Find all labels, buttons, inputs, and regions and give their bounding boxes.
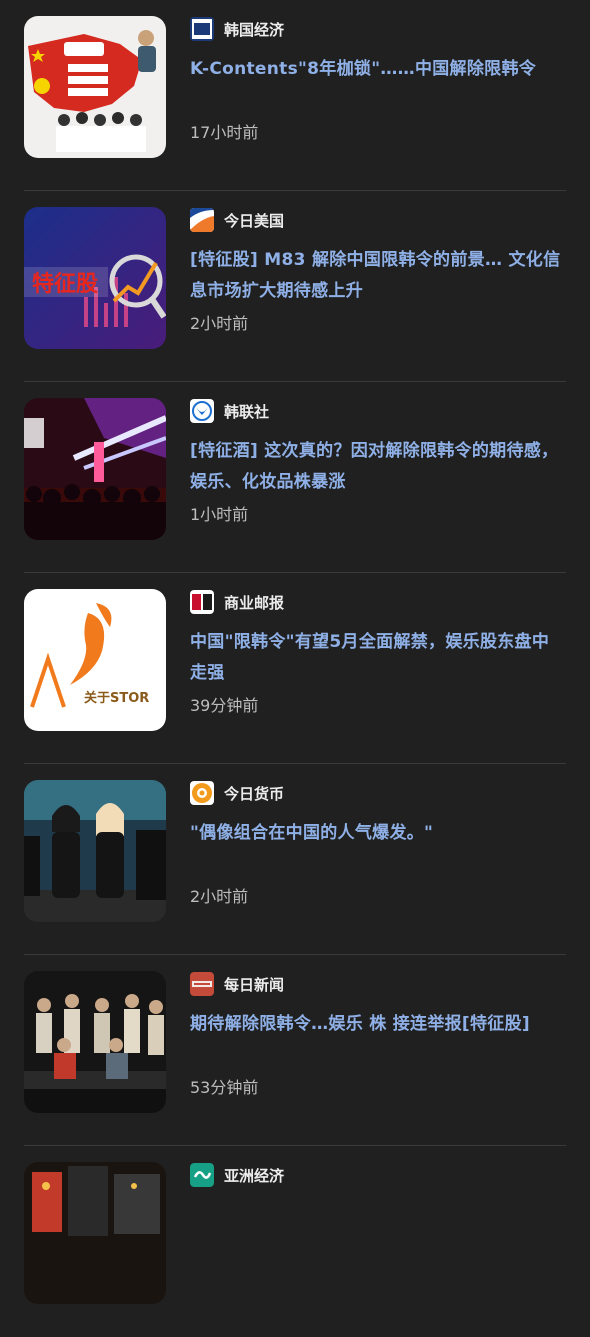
source-row[interactable]: 今日货币 <box>190 780 566 806</box>
dance-group-image <box>24 971 166 1113</box>
concert-stage-image <box>24 398 166 540</box>
timestamp: 53分钟前 <box>190 1078 259 1097</box>
timestamp: 17小时前 <box>190 123 259 142</box>
timestamp: 2小时前 <box>190 887 249 906</box>
stock-chart-thumbnail[interactable]: 特征股 <box>24 207 166 349</box>
thumbnail-label: 关于STOR <box>84 690 149 706</box>
asia-economy-logo-icon <box>190 1163 214 1187</box>
usa-today-logo-icon <box>190 208 214 232</box>
source-row[interactable]: 亚洲经济 <box>190 1162 566 1188</box>
business-post-logo-icon <box>190 590 214 614</box>
source-row[interactable]: 韩国经济 <box>190 16 566 42</box>
headline-link[interactable]: [特征股] M83 解除中国限韩令的前景… 文化信息市场扩大期待感上升 <box>190 245 566 307</box>
source-name: 每日新闻 <box>224 975 285 994</box>
timestamp: 1小时前 <box>190 505 249 524</box>
headline-link[interactable]: [特征酒] 这次真的？因对解除限韩令的期待感，娱乐、化妆品株暴涨 <box>190 436 566 498</box>
city-night-image <box>24 1162 166 1304</box>
china-map-kpop-thumbnail[interactable] <box>24 16 166 158</box>
yonhap-logo-icon <box>190 399 214 423</box>
headline-link[interactable]: 期待解除限韩令…娱乐 株 接连举报[特征股] <box>190 1009 566 1040</box>
dance-group-thumbnail[interactable] <box>24 971 166 1113</box>
news-item[interactable]: 亚洲经济 <box>24 1146 566 1337</box>
city-night-thumbnail[interactable] <box>24 1162 166 1304</box>
wing-logo-image: 关于STOR <box>24 589 166 731</box>
source-row[interactable]: 韩联社 <box>190 398 566 424</box>
hankyung-logo-icon <box>190 17 214 41</box>
source-row[interactable]: 商业邮报 <box>190 589 566 615</box>
source-name: 亚洲经济 <box>224 1166 285 1185</box>
thumbnail-label: 特征股 <box>32 271 98 297</box>
news-item[interactable]: 韩国经济 K-Contents"8年枷锁"……中国解除限韩令 17小时前 <box>24 0 566 191</box>
wing-logo-thumbnail[interactable]: 关于STOR <box>24 589 166 731</box>
source-row[interactable]: 每日新闻 <box>190 971 566 997</box>
news-feed: 韩国经济 K-Contents"8年枷锁"……中国解除限韩令 17小时前 特征股… <box>0 0 590 1304</box>
news-item[interactable]: 今日货币 "偶像组合在中国的人气爆发。" 2小时前 <box>24 764 566 955</box>
source-name: 商业邮报 <box>224 593 285 612</box>
idol-group-thumbnail[interactable] <box>24 780 166 922</box>
maeil-logo-icon <box>190 972 214 996</box>
source-name: 韩国经济 <box>224 20 285 39</box>
source-name: 今日美国 <box>224 211 285 230</box>
source-name: 韩联社 <box>224 402 270 421</box>
headline-link[interactable]: K-Contents"8年枷锁"……中国解除限韩令 <box>190 54 566 85</box>
china-map-kpop-image <box>24 16 166 158</box>
stock-chart-image: 特征股 <box>24 207 166 349</box>
source-name: 今日货币 <box>224 784 285 803</box>
money-today-logo-icon <box>190 781 214 805</box>
headline-link[interactable]: "偶像组合在中国的人气爆发。" <box>190 818 566 849</box>
news-item[interactable]: 每日新闻 期待解除限韩令…娱乐 株 接连举报[特征股] 53分钟前 <box>24 955 566 1146</box>
idol-group-image <box>24 780 166 922</box>
news-item[interactable]: 韩联社 [特征酒] 这次真的？因对解除限韩令的期待感，娱乐、化妆品株暴涨 1小时… <box>24 382 566 573</box>
news-item[interactable]: 特征股 今日美国 [特征股] M83 解除中国限韩令的前景… 文化信息市场扩大期… <box>24 191 566 382</box>
timestamp: 39分钟前 <box>190 696 259 715</box>
source-row[interactable]: 今日美国 <box>190 207 566 233</box>
headline-link[interactable]: 中国"限韩令"有望5月全面解禁，娱乐股东盘中走强 <box>190 627 566 689</box>
news-item[interactable]: 关于STOR 商业邮报 中国"限韩令"有望5月全面解禁，娱乐股东盘中走强 39分… <box>24 573 566 764</box>
timestamp: 2小时前 <box>190 314 249 333</box>
concert-stage-thumbnail[interactable] <box>24 398 166 540</box>
